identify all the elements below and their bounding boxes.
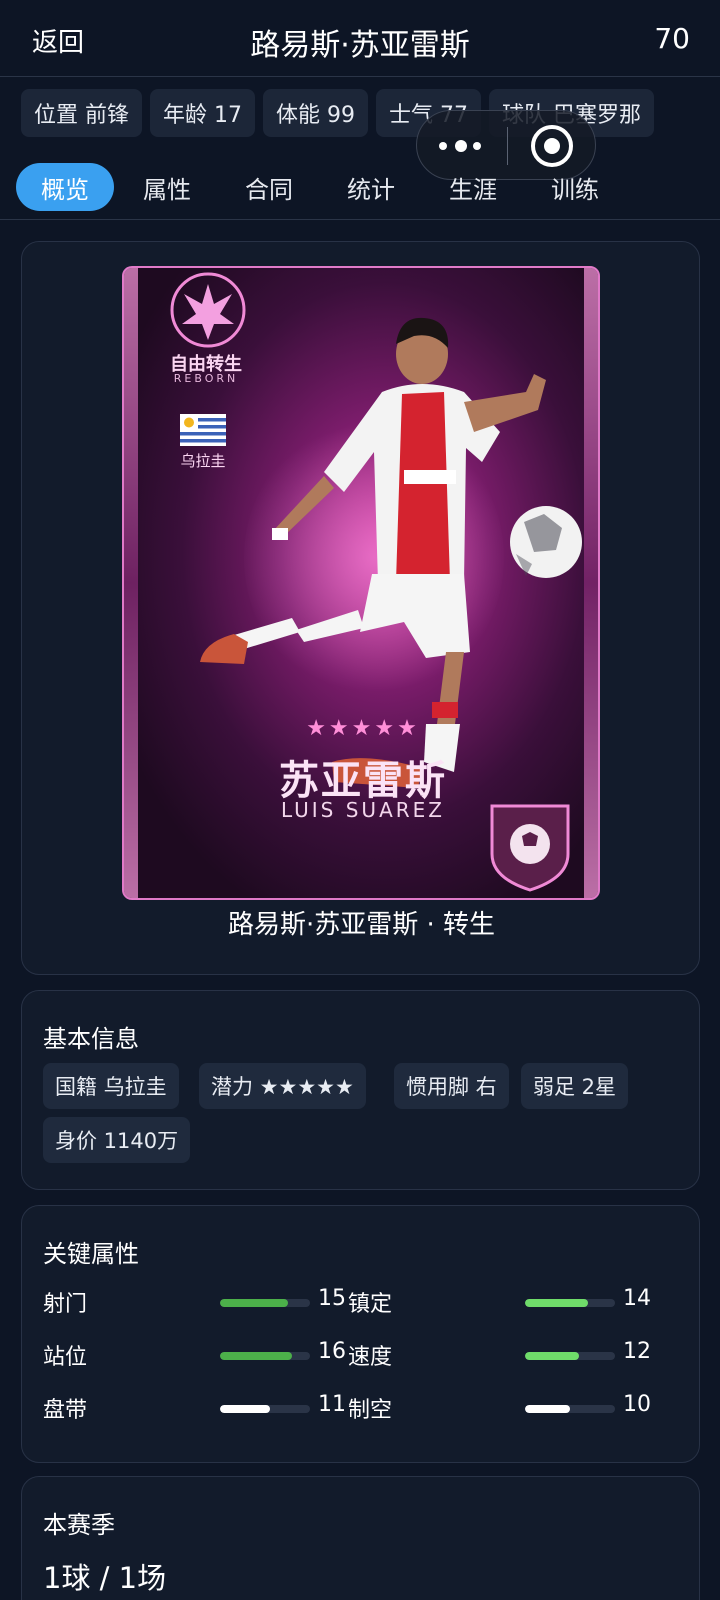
basic-info-title: 基本信息	[43, 1025, 139, 1053]
key-attributes-title: 关键属性	[43, 1240, 139, 1268]
attr-label: 站位	[43, 1345, 88, 1370]
capsule-divider	[507, 127, 508, 165]
nationality-tag: 国籍 乌拉圭	[43, 1063, 179, 1109]
tab-stats[interactable]: 统计	[322, 163, 420, 211]
card-stars: ★★★★★	[306, 716, 420, 741]
age-chip: 年龄 17	[150, 89, 255, 137]
season-goals-matches: 1球 / 1场	[43, 1561, 167, 1595]
player-card[interactable]: 自由转生 REBORN 乌拉圭 ★★★★★ 苏亚雷斯 LUIS SUAREZ	[122, 266, 600, 900]
stamina-chip: 体能 99	[263, 89, 368, 137]
market-value-tag: 身价 1140万	[43, 1117, 191, 1163]
attr-value: 12	[623, 1339, 651, 1364]
tab-career[interactable]: 生涯	[424, 163, 522, 211]
phoenix-crest-icon	[170, 272, 246, 348]
close-target-icon[interactable]	[531, 125, 573, 167]
top-bar: 返回 路易斯·苏亚雷斯 70	[0, 0, 720, 77]
more-icon[interactable]	[439, 137, 487, 155]
basic-info-panel: 基本信息 国籍 乌拉圭 潜力 ★★★★★ 惯用脚 右 弱足 2星 身价 1140…	[21, 990, 700, 1190]
season-title: 本赛季	[43, 1511, 115, 1539]
tab-attributes[interactable]: 属性	[118, 163, 216, 211]
attr-bar	[525, 1352, 615, 1360]
tab-bar: 概览 属性 合同 统计 生涯 训练	[16, 163, 628, 213]
attr-bar-fill	[525, 1299, 588, 1307]
attr-label: 射门	[43, 1292, 88, 1317]
tab-contract[interactable]: 合同	[220, 163, 318, 211]
card-caption: 路易斯·苏亚雷斯 · 转生	[227, 910, 496, 940]
potential-tag: 潜力 ★★★★★	[199, 1063, 366, 1109]
player-card-panel: 自由转生 REBORN 乌拉圭 ★★★★★ 苏亚雷斯 LUIS SUAREZ 路…	[21, 241, 700, 975]
preferred-foot-tag: 惯用脚 右	[394, 1063, 509, 1109]
attr-bar-fill	[220, 1299, 288, 1307]
key-attributes-panel: 关键属性 射门 15 镇定 14 站位 16 速度 12 盘带 11 制空 10	[21, 1205, 700, 1463]
uruguay-flag-icon	[180, 414, 226, 446]
attr-label: 镇定	[348, 1292, 393, 1317]
position-chip: 位置 前锋	[21, 89, 142, 137]
attr-bar	[220, 1299, 310, 1307]
tab-overview[interactable]: 概览	[16, 163, 114, 211]
attr-label: 制空	[348, 1398, 393, 1423]
tab-divider	[0, 219, 720, 220]
attr-value: 11	[318, 1392, 346, 1417]
tab-training[interactable]: 训练	[526, 163, 624, 211]
weak-foot-tag: 弱足 2星	[521, 1063, 629, 1109]
attr-value: 15	[318, 1286, 346, 1311]
attr-value: 10	[623, 1392, 651, 1417]
attr-bar-fill	[525, 1352, 579, 1360]
attr-bar	[220, 1352, 310, 1360]
card-nation: 乌拉圭	[180, 452, 226, 470]
reborn-label-en: REBORN	[173, 372, 239, 385]
football-badge-icon	[490, 804, 570, 892]
attr-bar	[525, 1299, 615, 1307]
attr-bar-fill	[220, 1405, 270, 1413]
page-title: 路易斯·苏亚雷斯	[250, 28, 470, 63]
attr-value: 14	[623, 1286, 651, 1311]
overall-rating: 70	[654, 22, 690, 55]
attr-value: 16	[318, 1339, 346, 1364]
attr-bar	[220, 1405, 310, 1413]
attr-bar	[525, 1405, 615, 1413]
attr-label: 盘带	[43, 1398, 88, 1423]
season-panel: 本赛季 1球 / 1场	[21, 1476, 700, 1600]
attr-bar-fill	[525, 1405, 570, 1413]
attr-label: 速度	[348, 1345, 393, 1370]
attr-bar-fill	[220, 1352, 292, 1360]
